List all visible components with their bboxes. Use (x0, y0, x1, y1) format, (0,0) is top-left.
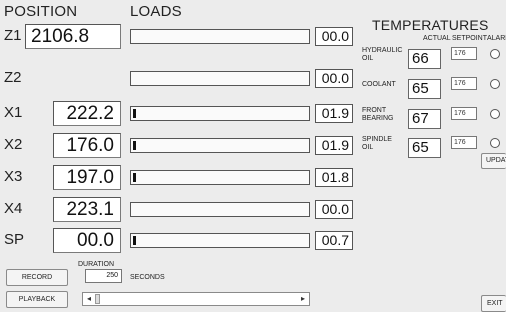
alarm-indicator[interactable] (490, 79, 500, 89)
load-bar (130, 29, 310, 44)
axis-label: X2 (4, 136, 23, 153)
temperature-label-line2: BEARING (362, 115, 394, 122)
load-value: 01.9 (315, 104, 353, 123)
record-button[interactable]: RECORD (6, 269, 68, 286)
temperature-label: COOLANT (362, 81, 396, 88)
load-bar (130, 233, 310, 248)
actual-column-header: ACTUAL (423, 35, 451, 42)
setpoint-field[interactable]: 176 (451, 47, 477, 60)
axis-label: X1 (4, 104, 23, 121)
scroll-left-icon[interactable]: ◂ (83, 293, 95, 305)
load-bar (130, 106, 310, 121)
load-bar-fill (133, 109, 136, 118)
position-field[interactable]: 00.0 (53, 228, 121, 253)
alarm-indicator[interactable] (490, 49, 500, 59)
load-value: 01.9 (315, 136, 353, 155)
temperature-label-line2: OIL (362, 55, 374, 62)
exit-button[interactable]: EXIT (481, 295, 506, 312)
position-field[interactable]: 2106.8 (25, 24, 121, 49)
load-bar-fill (133, 141, 136, 150)
temperatures-header: TEMPERATURES (372, 17, 489, 33)
load-value: 00.7 (315, 231, 353, 250)
load-value: 00.0 (315, 27, 353, 46)
duration-input[interactable]: 250 (85, 269, 122, 283)
load-bar (130, 71, 310, 86)
actual-temperature: 65 (408, 79, 441, 99)
temperature-label-line2: OIL (362, 144, 374, 151)
load-bar (130, 170, 310, 185)
axis-label: X4 (4, 200, 23, 217)
load-value: 01.8 (315, 168, 353, 187)
temperature-label: FRONT (362, 107, 387, 114)
axis-label: X3 (4, 168, 23, 185)
actual-temperature: 65 (408, 138, 441, 158)
scroll-right-icon[interactable]: ▸ (297, 293, 309, 305)
axis-label: Z1 (4, 27, 22, 44)
alarm-indicator[interactable] (490, 138, 500, 148)
seconds-label: SECONDS (130, 274, 165, 281)
load-value: 00.0 (315, 200, 353, 219)
load-bar (130, 202, 310, 217)
playback-scrollbar[interactable]: ◂ ▸ (82, 292, 310, 306)
load-bar-fill (133, 236, 136, 245)
axis-label: SP (4, 231, 25, 248)
update-button[interactable]: UPDATE (481, 153, 506, 169)
temperature-label: HYDRAULIC (362, 47, 403, 54)
setpoint-field[interactable]: 176 (451, 136, 477, 149)
position-field[interactable]: 223.1 (53, 197, 121, 222)
position-field[interactable]: 197.0 (53, 165, 121, 190)
position-field[interactable]: 176.0 (53, 133, 121, 158)
loads-header: LOADS (130, 3, 182, 20)
setpoint-field[interactable]: 176 (451, 107, 477, 120)
setpoint-field[interactable]: 176 (451, 77, 477, 90)
axis-label: Z2 (4, 69, 22, 86)
actual-temperature: 66 (408, 49, 441, 69)
load-value: 00.0 (315, 69, 353, 88)
setpoint-column-header: SETPOINT (452, 35, 488, 42)
scroll-thumb[interactable] (95, 294, 100, 304)
playback-button[interactable]: PLAYBACK (6, 291, 68, 308)
actual-temperature: 67 (408, 109, 441, 129)
load-bar-fill (133, 173, 136, 182)
alarm-indicator[interactable] (490, 109, 500, 119)
temperature-label: SPINDLE (362, 136, 392, 143)
load-bar (130, 138, 310, 153)
position-header: POSITION (4, 3, 78, 20)
alarm-column-header: ALARM (487, 35, 506, 42)
duration-label: DURATION (78, 261, 115, 268)
position-field[interactable]: 222.2 (53, 101, 121, 126)
